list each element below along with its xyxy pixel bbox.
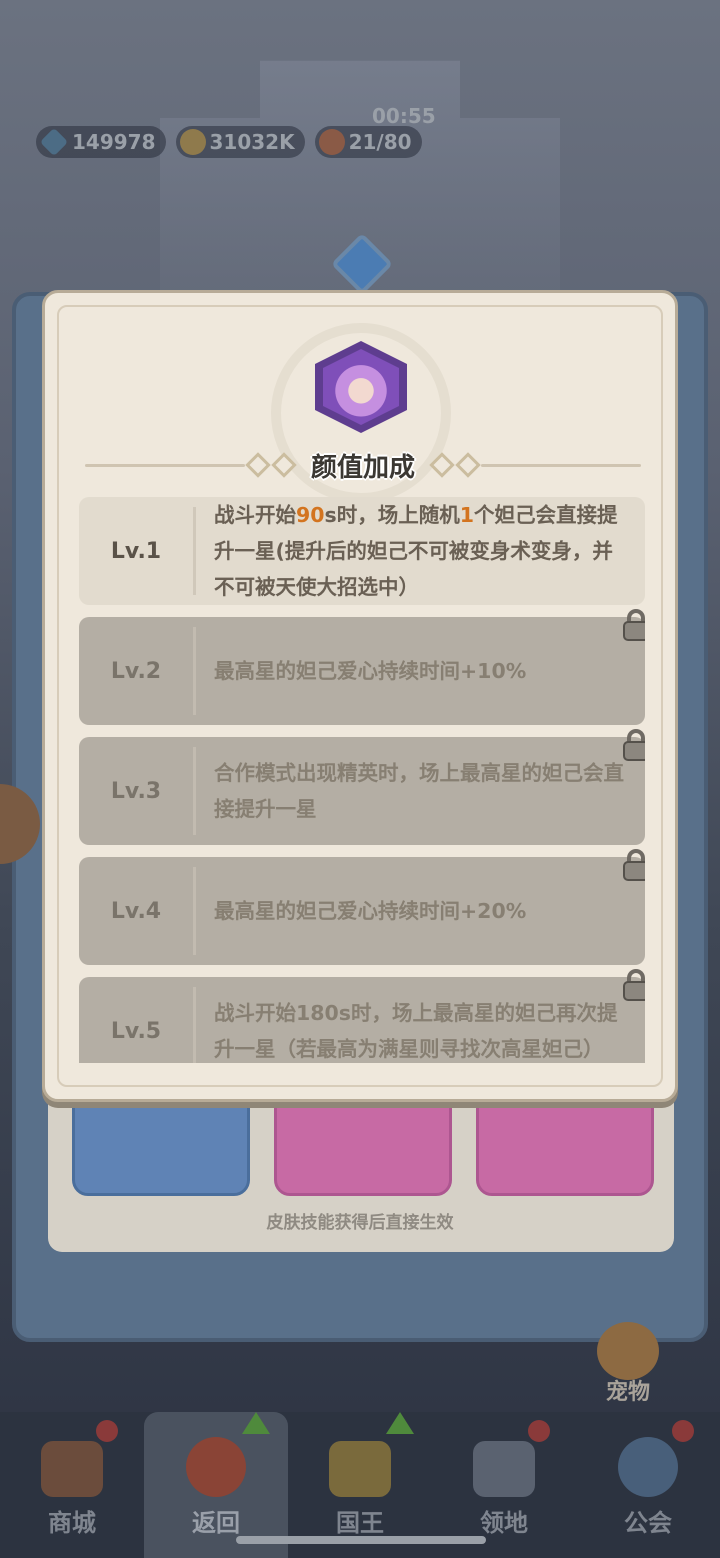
coin-amount: 31032K [209, 130, 295, 154]
row-divider [193, 507, 196, 595]
level-row-2: Lv.2 最高星的妲己爱心持续时间+10% [79, 609, 645, 725]
lock-icon [621, 609, 645, 641]
diamond-ornament-icon [429, 452, 455, 478]
gem-counter[interactable]: 149978 [36, 126, 166, 158]
skin-note: 皮肤技能获得后直接生效 [266, 1213, 454, 1233]
shop-icon [41, 1441, 103, 1497]
title-row: 颜值加成 [85, 445, 642, 485]
nav-label: 公会 [624, 1509, 672, 1537]
row-divider [193, 747, 196, 835]
row-divider [193, 627, 196, 715]
castle-icon [473, 1441, 535, 1497]
diamond-icon [39, 127, 69, 157]
nav-item-shop[interactable]: 商城 [0, 1412, 144, 1558]
nav-label: 国王 [336, 1509, 384, 1537]
diamond-ornament-icon [245, 452, 271, 478]
skin-card-3[interactable] [476, 1100, 654, 1196]
planet-icon [618, 1437, 678, 1497]
lock-icon [621, 729, 645, 761]
level-description: 最高星的妲己爱心持续时间+20% [214, 899, 527, 923]
level-row-5: Lv.5 战斗开始180s时，场上最高星的妲己再次提升一星（若最高为满星则寻找次… [79, 969, 645, 1063]
notification-dot [672, 1420, 694, 1442]
level-row-3: Lv.3 合作模式出现精英时，场上最高星的妲己会直接提升一星 [79, 729, 645, 845]
level-description: 战斗开始180s时，场上最高星的妲己再次提升一星（若最高为满星则寻找次高星妲己） [214, 1001, 618, 1061]
skin-card-1[interactable] [72, 1100, 250, 1196]
level-label: Lv.2 [110, 658, 162, 684]
nav-label: 领地 [480, 1509, 528, 1537]
home-indicator[interactable] [236, 1536, 486, 1544]
beauty-bonus-modal: 颜值加成 Lv.1 战斗开始90s时，场上随机1个妲己会直接提升一星(提升后的妲… [42, 290, 678, 1102]
event-timer: 00:55 [372, 104, 436, 128]
divider-line [85, 463, 245, 467]
lock-icon [621, 969, 645, 1001]
close-icon [186, 1437, 246, 1497]
nav-label: 返回 [192, 1509, 240, 1537]
stamina-counter[interactable]: 21/80 [314, 126, 422, 158]
desc-highlight: 90 [296, 503, 325, 527]
desc-text: s时，场上随机 [324, 503, 460, 527]
upgrade-arrow-icon [386, 1412, 414, 1434]
level-label: Lv.3 [110, 778, 162, 804]
notification-dot [96, 1420, 118, 1442]
nav-label: 商城 [48, 1509, 96, 1537]
gem-amount: 149978 [72, 130, 156, 154]
modal-title: 颜值加成 [311, 452, 416, 483]
coin-counter[interactable]: 31032K [175, 126, 305, 158]
resource-bar: 149978 31032K 21/80 [36, 126, 422, 158]
desc-highlight: 1 [459, 503, 474, 527]
pet-icon [597, 1322, 659, 1380]
notification-dot [528, 1420, 550, 1442]
level-description: 合作模式出现精英时，场上最高星的妲己会直接提升一星 [214, 761, 624, 821]
skin-card-2[interactable] [274, 1100, 452, 1196]
level-label: Lv.4 [110, 898, 162, 924]
level-label: Lv.1 [110, 538, 162, 564]
level-label: Lv.5 [110, 1018, 162, 1044]
stamina-amount: 21/80 [348, 130, 412, 154]
coin-icon [179, 129, 206, 155]
pet-button[interactable]: 宠物 [588, 1322, 668, 1405]
crown-icon [329, 1441, 391, 1497]
upgrade-arrow-icon [242, 1412, 270, 1434]
level-row-1: Lv.1 战斗开始90s时，场上随机1个妲己会直接提升一星(提升后的妲己不可被变… [79, 497, 645, 605]
lock-icon [621, 849, 645, 881]
diamond-ornament-icon [271, 452, 297, 478]
meat-icon [318, 129, 345, 155]
desc-text: 战斗开始 [214, 503, 296, 527]
level-list[interactable]: Lv.1 战斗开始90s时，场上随机1个妲己会直接提升一星(提升后的妲己不可被变… [79, 497, 645, 1063]
pet-label: 宠物 [605, 1380, 650, 1405]
level-description: 最高星的妲己爱心持续时间+10% [214, 659, 527, 683]
nav-item-guild[interactable]: 公会 [576, 1412, 720, 1558]
level-row-4: Lv.4 最高星的妲己爱心持续时间+20% [79, 849, 645, 965]
row-divider [193, 987, 196, 1063]
divider-line [481, 463, 642, 467]
level-description: 战斗开始90s时，场上随机1个妲己会直接提升一星(提升后的妲己不可被变身术变身，… [214, 497, 645, 605]
diamond-ornament-icon [455, 452, 481, 478]
row-divider [193, 867, 196, 955]
